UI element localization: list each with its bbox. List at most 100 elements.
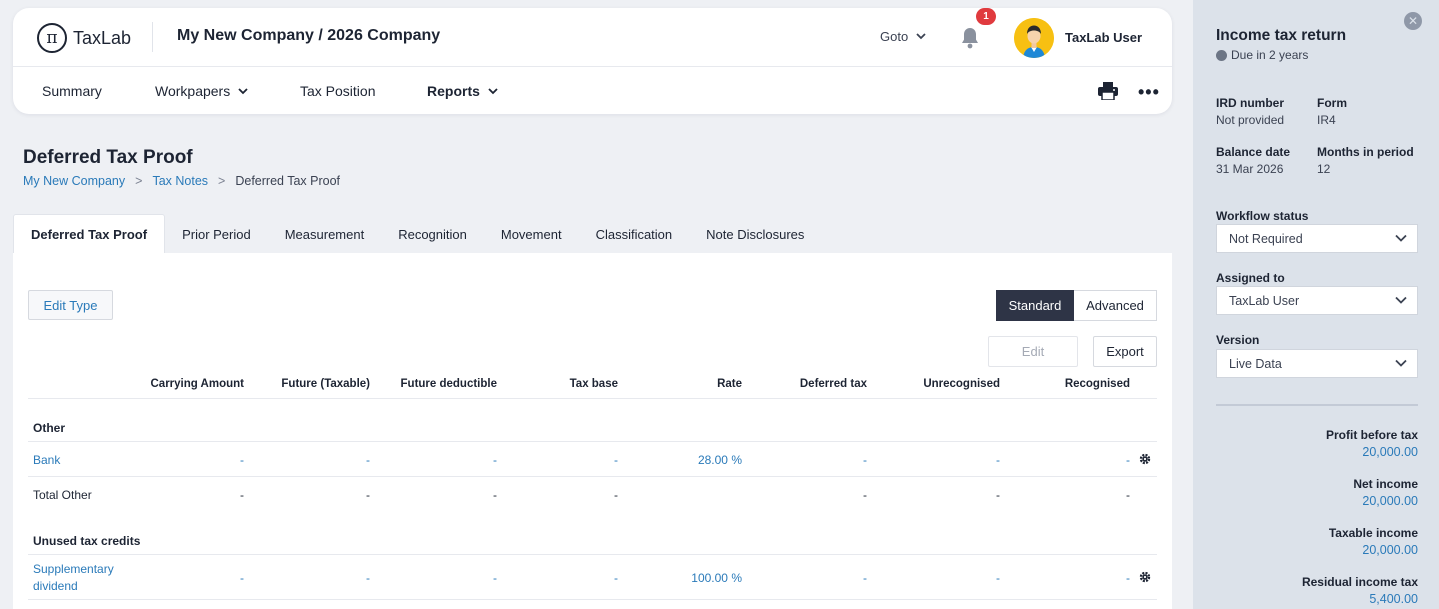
nav-tax-position[interactable]: Tax Position xyxy=(300,83,375,99)
bell-icon[interactable] xyxy=(959,26,981,50)
nav-summary[interactable]: Summary xyxy=(42,83,102,99)
months-label: Months in period xyxy=(1317,145,1414,159)
table-cell[interactable]: - xyxy=(493,453,497,467)
chevron-down-icon xyxy=(1395,359,1407,367)
taxable-income-label: Taxable income xyxy=(1328,526,1418,540)
workflow-value: Not Required xyxy=(1229,231,1303,246)
export-button[interactable]: Export xyxy=(1093,336,1157,367)
breadcrumb-tax-notes[interactable]: Tax Notes xyxy=(152,174,208,188)
header-top-bar: π TaxLab My New Company / 2026 Company G… xyxy=(13,8,1172,67)
tab-recognition[interactable]: Recognition xyxy=(381,214,484,254)
user-avatar-icon xyxy=(1014,18,1054,58)
due-text: Due in 2 years xyxy=(1231,48,1309,62)
table-cell[interactable]: - xyxy=(366,571,370,585)
tab-measurement[interactable]: Measurement xyxy=(268,214,381,254)
divider xyxy=(28,599,1157,600)
row-label-supplementary[interactable]: Supplementary xyxy=(33,562,114,576)
main-nav: Summary Workpapers Tax Position Reports … xyxy=(13,68,1172,114)
nav-reports-label: Reports xyxy=(427,83,480,99)
months-value: 12 xyxy=(1317,162,1331,176)
net-income-value[interactable]: 20,000.00 xyxy=(1362,494,1418,508)
table-cell[interactable]: - xyxy=(863,453,867,467)
assigned-value: TaxLab User xyxy=(1229,293,1300,308)
nav-workpapers-label: Workpapers xyxy=(155,83,231,99)
table-cell: - xyxy=(493,488,497,502)
workflow-status-select[interactable]: Not Required xyxy=(1216,224,1418,253)
section-title: Other xyxy=(33,421,66,435)
table-cell[interactable]: - xyxy=(863,571,867,585)
nav-workpapers[interactable]: Workpapers xyxy=(155,83,248,99)
ird-label: IRD number xyxy=(1216,96,1285,110)
advanced-toggle[interactable]: Advanced xyxy=(1074,290,1157,321)
avatar[interactable] xyxy=(1014,18,1054,58)
table-cell[interactable]: - xyxy=(240,453,244,467)
table-cell[interactable]: - xyxy=(1126,453,1130,467)
taxable-income-value[interactable]: 20,000.00 xyxy=(1362,543,1418,557)
row-label-bank[interactable]: Bank xyxy=(33,453,60,467)
version-select[interactable]: Live Data xyxy=(1216,349,1418,378)
standard-toggle[interactable]: Standard xyxy=(996,290,1074,321)
table-cell: - xyxy=(863,488,867,502)
profit-before-tax-value[interactable]: 20,000.00 xyxy=(1362,445,1418,459)
edit-type-button[interactable]: Edit Type xyxy=(28,290,113,320)
gear-icon[interactable] xyxy=(1139,571,1151,583)
tab-classification[interactable]: Classification xyxy=(579,214,690,254)
logo-divider xyxy=(152,22,153,52)
goto-dropdown[interactable]: Goto xyxy=(880,29,926,44)
close-icon[interactable]: ✕ xyxy=(1404,12,1422,30)
table-cell[interactable]: - xyxy=(366,453,370,467)
more-options-icon[interactable]: ••• xyxy=(1138,83,1160,101)
content-panel: Edit Type Standard Advanced Edit Export … xyxy=(13,253,1172,609)
return-sidebar: ✕ Income tax return Due in 2 years IRD n… xyxy=(1193,0,1439,609)
app-header: π TaxLab My New Company / 2026 Company G… xyxy=(13,8,1172,114)
residual-income-tax-value[interactable]: 5,400.00 xyxy=(1369,592,1418,606)
table-cell[interactable]: - xyxy=(240,571,244,585)
column-header: Future (Taxable) xyxy=(281,378,370,390)
print-icon[interactable] xyxy=(1098,82,1118,100)
tab-movement[interactable]: Movement xyxy=(484,214,579,254)
tab-note-disclosures[interactable]: Note Disclosures xyxy=(689,214,821,254)
column-header: Tax base xyxy=(569,378,618,390)
profit-before-tax-label: Profit before tax xyxy=(1325,428,1418,442)
column-header: Carrying Amount xyxy=(150,378,245,390)
edit-button[interactable]: Edit xyxy=(988,336,1078,367)
column-header: Rate xyxy=(717,378,742,390)
breadcrumb-company[interactable]: My New Company xyxy=(23,174,125,188)
tab-bar: Deferred Tax Proof Prior Period Measurem… xyxy=(13,214,821,254)
nav-tax-position-label: Tax Position xyxy=(300,83,376,99)
table-cell: - xyxy=(1126,488,1130,502)
row-label-total: Total Other xyxy=(33,488,92,502)
table-cell[interactable]: - xyxy=(614,571,618,585)
table-cell[interactable]: 100.00 % xyxy=(691,571,742,585)
section-title: Unused tax credits xyxy=(33,534,141,548)
due-status: Due in 2 years xyxy=(1216,48,1308,62)
divider xyxy=(28,554,1157,555)
table-cell[interactable]: - xyxy=(996,571,1000,585)
tab-deferred-tax-proof[interactable]: Deferred Tax Proof xyxy=(13,214,166,254)
chevron-down-icon xyxy=(1395,234,1407,242)
clock-icon xyxy=(1216,49,1227,61)
table-cell[interactable]: - xyxy=(614,453,618,467)
table-cell[interactable]: 28.00 % xyxy=(698,453,742,467)
nav-reports[interactable]: Reports xyxy=(427,83,498,99)
table-cell[interactable]: - xyxy=(996,453,1000,467)
divider xyxy=(28,398,1157,399)
divider xyxy=(28,476,1157,477)
chevron-down-icon xyxy=(1395,296,1407,304)
page-title: Deferred Tax Proof xyxy=(23,147,193,168)
gear-icon[interactable] xyxy=(1139,453,1151,465)
residual-income-tax-label: Residual income tax xyxy=(1301,575,1418,589)
table-cell[interactable]: - xyxy=(1126,571,1130,585)
view-mode-toggle: Standard Advanced xyxy=(996,290,1157,321)
chevron-down-icon xyxy=(916,33,926,40)
row-label-supplementary-line2[interactable]: dividend xyxy=(33,579,78,593)
table-cell[interactable]: - xyxy=(493,571,497,585)
taxlab-logo[interactable]: π TaxLab xyxy=(37,23,131,53)
tab-prior-period[interactable]: Prior Period xyxy=(165,214,268,254)
user-name[interactable]: TaxLab User xyxy=(1065,30,1142,45)
ird-value: Not provided xyxy=(1216,113,1285,127)
main-area: π TaxLab My New Company / 2026 Company G… xyxy=(0,0,1193,609)
table-cell: - xyxy=(240,488,244,502)
assigned-to-select[interactable]: TaxLab User xyxy=(1216,286,1418,315)
sidebar-title: Income tax return xyxy=(1216,27,1347,44)
